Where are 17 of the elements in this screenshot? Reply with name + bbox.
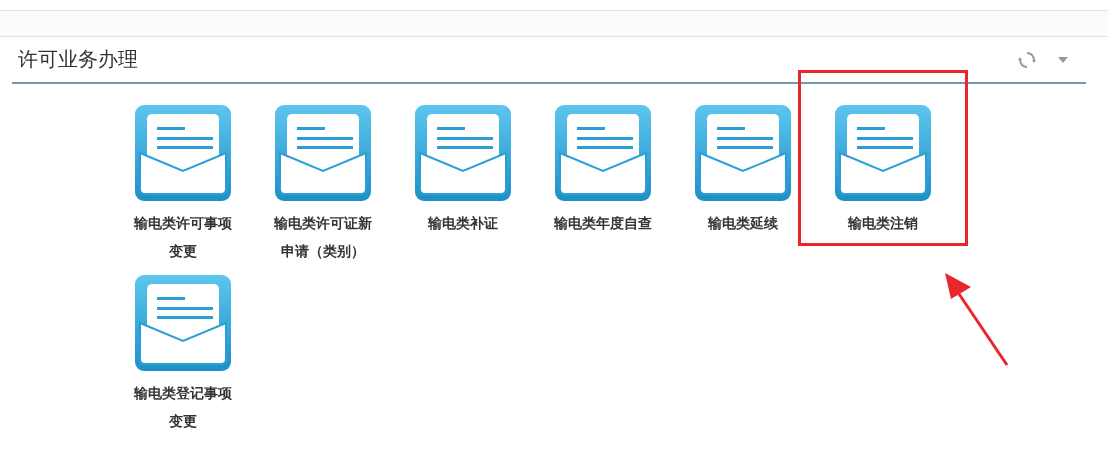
envelope-icon [835,105,931,201]
caret-icon[interactable] [1058,56,1068,63]
envelope-icon [695,105,791,201]
envelope-tile[interactable]: 输电类登记事项变更 [118,275,248,435]
envelope-tile[interactable]: 输电类许可证新申请（类别） [258,105,388,265]
envelope-icon [135,275,231,371]
envelope-tile[interactable]: 输电类注销 [818,105,948,265]
envelope-tile[interactable]: 输电类许可事项变更 [118,105,248,265]
envelope-icon [135,105,231,201]
envelope-tile[interactable]: 输电类年度自查 [538,105,668,265]
refresh-icon[interactable] [1018,50,1036,69]
envelope-icon [555,105,651,201]
envelope-tile[interactable]: 输电类补证 [398,105,528,265]
envelope-icon [415,105,511,201]
panel-title: 许可业务办理 [17,46,138,73]
envelope-tile[interactable]: 输电类延续 [678,105,808,265]
envelope-icon [275,105,371,201]
